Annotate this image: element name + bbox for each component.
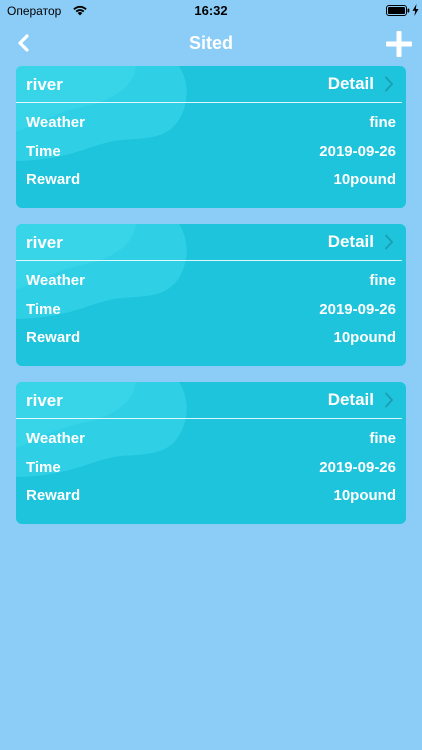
- card-divider: [16, 260, 402, 261]
- time-label: Time: [26, 143, 61, 160]
- weather-row: Weather fine: [26, 114, 396, 134]
- time-row: Time 2019-09-26: [26, 459, 396, 479]
- chevron-right-icon: [385, 76, 393, 92]
- card-divider: [16, 102, 402, 103]
- card-title: river: [26, 391, 63, 410]
- reward-value: 10pound: [333, 487, 397, 504]
- add-button[interactable]: [384, 29, 414, 59]
- status-bar: Оператор 16:32: [0, 0, 422, 22]
- site-card: river Detail Weather fine Time 2019-09-2…: [16, 382, 406, 524]
- weather-value: fine: [369, 272, 396, 289]
- site-card: river Detail Weather fine Time 2019-09-2…: [16, 66, 406, 208]
- reward-value: 10pound: [333, 329, 397, 346]
- reward-label: Reward: [26, 329, 81, 346]
- chevron-right-icon: [385, 234, 393, 250]
- weather-label: Weather: [26, 272, 85, 289]
- card-header: river Detail: [16, 66, 406, 102]
- card-divider: [16, 418, 402, 419]
- time-row: Time 2019-09-26: [26, 301, 396, 321]
- time-value: 2019-09-26: [319, 143, 396, 160]
- reward-label: Reward: [26, 171, 81, 188]
- time-value: 2019-09-26: [319, 301, 396, 318]
- weather-value: fine: [369, 430, 396, 447]
- card-header: river Detail: [16, 224, 406, 260]
- status-time: 16:32: [194, 3, 228, 18]
- weather-label: Weather: [26, 114, 85, 131]
- reward-row: Reward 10pound: [26, 171, 396, 191]
- weather-row: Weather fine: [26, 430, 396, 450]
- site-card: river Detail Weather fine Time 2019-09-2…: [16, 224, 406, 366]
- plus-icon: [386, 31, 412, 57]
- time-label: Time: [26, 301, 61, 318]
- weather-label: Weather: [26, 430, 85, 447]
- card-title: river: [26, 75, 63, 94]
- navigation-bar: Sited: [0, 22, 422, 64]
- weather-value: fine: [369, 114, 396, 131]
- reward-label: Reward: [26, 487, 81, 504]
- reward-row: Reward 10pound: [26, 329, 396, 349]
- detail-label: Detail: [327, 232, 374, 251]
- site-list: river Detail Weather fine Time 2019-09-2…: [16, 66, 406, 540]
- reward-row: Reward 10pound: [26, 487, 396, 507]
- card-title: river: [26, 233, 63, 252]
- page-title: Sited: [188, 33, 233, 53]
- chevron-right-icon: [385, 392, 393, 408]
- detail-label: Detail: [327, 390, 374, 409]
- detail-link[interactable]: Detail: [328, 389, 394, 411]
- card-header: river Detail: [16, 382, 406, 418]
- detail-link[interactable]: Detail: [328, 231, 394, 253]
- reward-value: 10pound: [333, 171, 397, 188]
- time-row: Time 2019-09-26: [26, 143, 396, 163]
- weather-row: Weather fine: [26, 272, 396, 292]
- battery-icon: [386, 5, 410, 16]
- detail-link[interactable]: Detail: [328, 73, 394, 95]
- detail-label: Detail: [327, 74, 374, 93]
- charging-bolt-icon: [412, 4, 419, 16]
- time-value: 2019-09-26: [319, 459, 396, 476]
- time-label: Time: [26, 459, 61, 476]
